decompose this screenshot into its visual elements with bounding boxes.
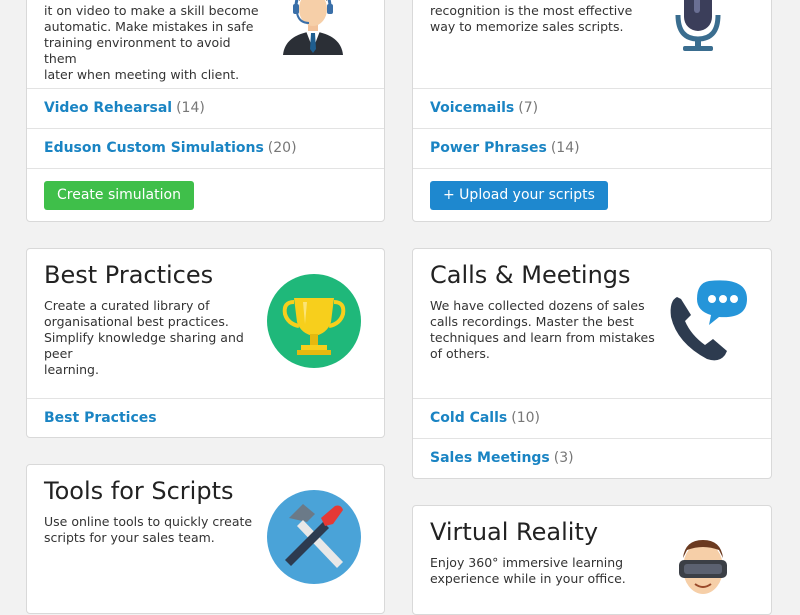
card-title: Best Practices (44, 261, 214, 289)
phone-chat-icon (667, 277, 749, 363)
card-rehearsal: it on video to make a skill become autom… (26, 0, 385, 222)
link-best-practices[interactable]: Best Practices (27, 398, 384, 437)
button-row: Create simulation (27, 168, 384, 221)
trophy-icon (267, 274, 361, 368)
link-video-rehearsal[interactable]: Video Rehearsal (14) (27, 88, 384, 128)
card-description: Create a curated library of organisation… (44, 298, 244, 377)
card-tools-for-scripts: Tools for Scripts Use online tools to qu… (26, 464, 385, 614)
card-virtual-reality: Virtual Reality Enjoy 360° immersive lea… (412, 505, 772, 615)
link-cold-calls[interactable]: Cold Calls (10) (413, 398, 771, 438)
card-title: Tools for Scripts (44, 477, 234, 505)
card-title: Calls & Meetings (430, 261, 631, 289)
card-calls-meetings: Calls & Meetings We have collected dozen… (412, 248, 772, 479)
link-eduson-custom-simulations[interactable]: Eduson Custom Simulations (20) (27, 128, 384, 168)
vr-headset-icon (677, 538, 729, 600)
card-description: recognition is the most effective way to… (430, 3, 633, 34)
microphone-icon (669, 0, 739, 53)
upload-scripts-button[interactable]: + Upload your scripts (430, 181, 608, 210)
card-scripts: recognition is the most effective way to… (412, 0, 772, 222)
create-simulation-button[interactable]: Create simulation (44, 181, 194, 210)
card-description: Use online tools to quickly create scrip… (44, 514, 253, 545)
hammer-screwdriver-icon (267, 490, 361, 584)
support-agent-icon (275, 0, 351, 57)
card-description: Enjoy 360° immersive learning experience… (430, 555, 626, 586)
card-description: it on video to make a skill become autom… (44, 3, 259, 82)
card-description: We have collected dozens of sales calls … (430, 298, 655, 361)
card-title: Virtual Reality (430, 518, 599, 546)
card-best-practices: Best Practices Create a curated library … (26, 248, 385, 438)
link-voicemails[interactable]: Voicemails (7) (413, 88, 771, 128)
link-sales-meetings[interactable]: Sales Meetings (3) (413, 438, 771, 478)
link-power-phrases[interactable]: Power Phrases (14) (413, 128, 771, 168)
button-row: + Upload your scripts (413, 168, 771, 221)
